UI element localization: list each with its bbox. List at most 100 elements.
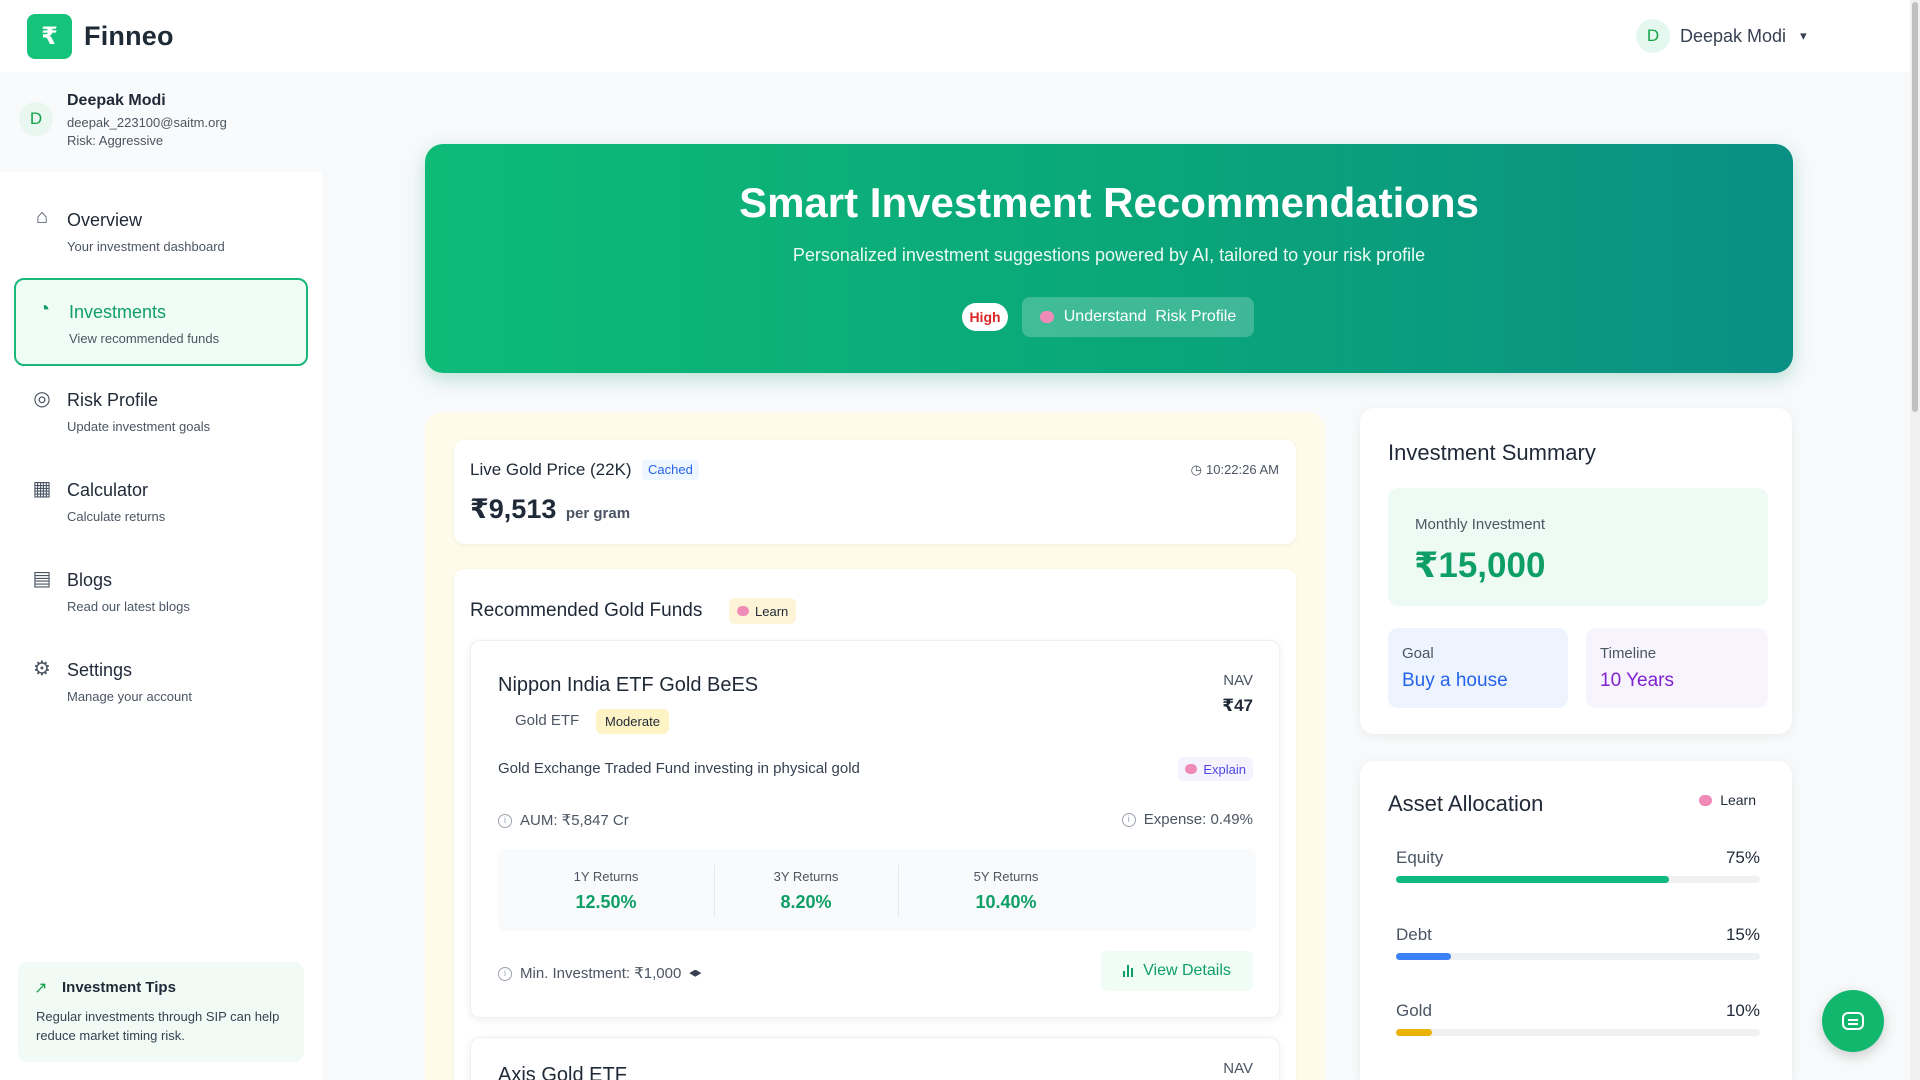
nav-label: NAV bbox=[1223, 672, 1253, 689]
sidebar-nav: ⌂ Overview Your investment dashboard ◔ Inves… bbox=[14, 188, 308, 728]
understand-risk-profile-button[interactable]: Understand Risk Profile bbox=[1022, 297, 1254, 337]
sidebar-item-description: View recommended funds bbox=[69, 331, 220, 346]
allocation-row-debt: Debt 15% bbox=[1396, 925, 1760, 965]
pie-chart-icon: ◔ bbox=[37, 298, 51, 320]
returns-1y: 1Y Returns 12.50% bbox=[498, 849, 714, 931]
allocation-percent: 15% bbox=[1725, 925, 1760, 944]
gear-icon: ⚙ bbox=[33, 658, 51, 680]
fund-name: Axis Gold ETF bbox=[498, 1064, 627, 1080]
returns-panel: 1Y Returns 12.50% 3Y Returns 8.20% 5Y Re… bbox=[498, 849, 1256, 931]
clock-icon: ◷ bbox=[1190, 462, 1202, 477]
allocation-name: Debt bbox=[1396, 925, 1432, 944]
learn-button[interactable]: Learn bbox=[1699, 792, 1756, 808]
timeline-box: Timeline 10 Years bbox=[1586, 628, 1768, 708]
user-menu-name: Deepak Modi bbox=[1680, 25, 1787, 46]
user-menu[interactable]: D Deepak Modi ▾ bbox=[1636, 19, 1807, 53]
goal-value: Buy a house bbox=[1402, 670, 1508, 691]
summary-title: Investment Summary bbox=[1388, 440, 1596, 465]
time-text: 10:22:26 AM bbox=[1206, 462, 1279, 477]
page-scrollbar[interactable] bbox=[1910, 0, 1920, 1080]
sidebar-item-label: Blogs bbox=[67, 570, 113, 590]
monthly-value: ₹15,000 bbox=[1414, 546, 1546, 585]
goal-label: Goal bbox=[1402, 645, 1434, 662]
trending-up-icon: ↗ bbox=[34, 980, 48, 997]
tips-text: Regular investments through SIP can help… bbox=[36, 1009, 280, 1043]
sidebar-item-settings[interactable]: ⚙ Settings Manage your account bbox=[14, 638, 308, 726]
learn-label: Learn bbox=[755, 603, 789, 619]
returns-label: 3Y Returns bbox=[773, 869, 839, 884]
sidebar: D Deepak Modi deepak_223100@saitm.org Ri… bbox=[0, 72, 350, 1080]
gold-price-time: ◷ 10:22:26 AM bbox=[1191, 462, 1279, 478]
nav-label: NAV bbox=[1223, 1060, 1253, 1077]
allocation-row-gold: Gold 10% bbox=[1396, 1001, 1760, 1041]
min-investment-text: Min. Investment: ₹1,000 bbox=[520, 965, 682, 982]
chatbot-button[interactable] bbox=[1822, 990, 1884, 1052]
sidebar-item-description: Read our latest blogs bbox=[67, 599, 190, 614]
wallet-logo-icon: ₹ bbox=[27, 14, 72, 59]
price-unit: per gram bbox=[565, 505, 631, 522]
hero-banner: Smart Investment Recommendations Persona… bbox=[425, 144, 1793, 373]
cached-badge: Cached bbox=[642, 460, 699, 480]
gold-price-value: ₹9,513 per gram bbox=[470, 494, 630, 525]
allocation-name: Equity bbox=[1396, 848, 1444, 867]
user-email: deepak_223100@saitm.org bbox=[67, 115, 227, 130]
sidebar-item-label: Investments bbox=[69, 302, 167, 322]
sidebar-item-description: Calculate returns bbox=[67, 509, 166, 524]
returns-5y: 5Y Returns 10.40% bbox=[898, 849, 1114, 931]
fund-description: Gold Exchange Traded Fund investing in p… bbox=[498, 760, 860, 777]
sidebar-item-overview[interactable]: ⌂ Overview Your investment dashboard bbox=[14, 188, 308, 276]
allocation-bar-fill bbox=[1396, 876, 1669, 883]
nav-value: ₹47 bbox=[1222, 696, 1253, 715]
sidebar-item-description: Update investment goals bbox=[67, 419, 211, 434]
scrollbar-thumb[interactable] bbox=[1912, 2, 1918, 412]
graduation-cap-icon[interactable] bbox=[689, 969, 702, 977]
calculator-icon: ▦ bbox=[32, 478, 52, 500]
asset-allocation-card: Asset Allocation Learn Equity 75% Debt 15% G… bbox=[1360, 761, 1792, 1080]
fund-card: Nippon India ETF Gold BeES Gold ETF Mode… bbox=[470, 640, 1280, 1018]
allocation-row-equity: Equity 75% bbox=[1396, 848, 1760, 888]
investment-summary-card: Investment Summary Monthly Investment ₹1… bbox=[1360, 408, 1792, 734]
gold-price-title: Live Gold Price (22K) bbox=[470, 460, 632, 479]
view-details-button[interactable]: View Details bbox=[1101, 951, 1253, 991]
sidebar-item-description: Your investment dashboard bbox=[67, 239, 225, 254]
returns-label: 5Y Returns bbox=[973, 869, 1039, 884]
app-logo[interactable]: ₹ Finneo bbox=[27, 14, 174, 59]
sidebar-item-investments[interactable]: ◔ Investments View recommended funds bbox=[14, 278, 308, 366]
allocation-bar-fill bbox=[1396, 953, 1451, 960]
info-icon: i bbox=[498, 967, 512, 982]
fund-name: Nippon India ETF Gold BeES bbox=[498, 674, 759, 696]
home-icon: ⌂ bbox=[35, 206, 49, 228]
sidebar-item-blogs[interactable]: ▤ Blogs Read our latest blogs bbox=[14, 548, 308, 636]
allocation-bar-track bbox=[1396, 1029, 1760, 1036]
returns-3y: 3Y Returns 8.20% bbox=[714, 849, 898, 931]
fund-card: Axis Gold ETF NAV bbox=[470, 1037, 1280, 1080]
bar-chart-icon bbox=[1123, 965, 1134, 977]
price-amount: ₹9,513 bbox=[470, 494, 557, 524]
app-name: Finneo bbox=[84, 21, 174, 51]
explain-button[interactable]: Explain bbox=[1178, 757, 1253, 781]
goal-box: Goal Buy a house bbox=[1388, 628, 1568, 708]
chevron-down-icon: ▾ bbox=[1800, 28, 1807, 43]
allocation-bar-track bbox=[1396, 953, 1760, 960]
explain-label: Explain bbox=[1203, 761, 1246, 777]
sidebar-item-label: Settings bbox=[67, 660, 133, 680]
timeline-value: 10 Years bbox=[1600, 670, 1674, 691]
top-bar: ₹ Finneo D Deepak Modi ▾ bbox=[0, 0, 1910, 72]
allocation-name: Gold bbox=[1396, 1001, 1432, 1020]
sidebar-item-label: Risk Profile bbox=[67, 390, 159, 410]
button-label: Understand Risk Profile bbox=[1063, 308, 1237, 325]
info-icon: i bbox=[498, 814, 512, 829]
section-title: Recommended Gold Funds bbox=[470, 600, 703, 621]
monthly-label: Monthly Investment bbox=[1415, 516, 1546, 533]
sidebar-item-calculator[interactable]: ▦ Calculator Calculate returns bbox=[14, 458, 308, 546]
learn-button[interactable]: Learn bbox=[729, 598, 797, 624]
brain-icon bbox=[1039, 311, 1054, 323]
monthly-investment-box: Monthly Investment ₹15,000 bbox=[1388, 488, 1768, 606]
fund-aum: i AUM: ₹5,847 Cr bbox=[498, 811, 629, 829]
timeline-label: Timeline bbox=[1600, 645, 1657, 662]
min-investment: i Min. Investment: ₹1,000 bbox=[498, 964, 702, 982]
sidebar-user-card: D Deepak Modi deepak_223100@saitm.org Ri… bbox=[0, 72, 350, 172]
risk-level-badge: High bbox=[962, 303, 1008, 331]
sidebar-item-risk-profile[interactable]: ◎ Risk Profile Update investment goals bbox=[14, 368, 308, 456]
allocation-bar-track bbox=[1396, 876, 1760, 883]
